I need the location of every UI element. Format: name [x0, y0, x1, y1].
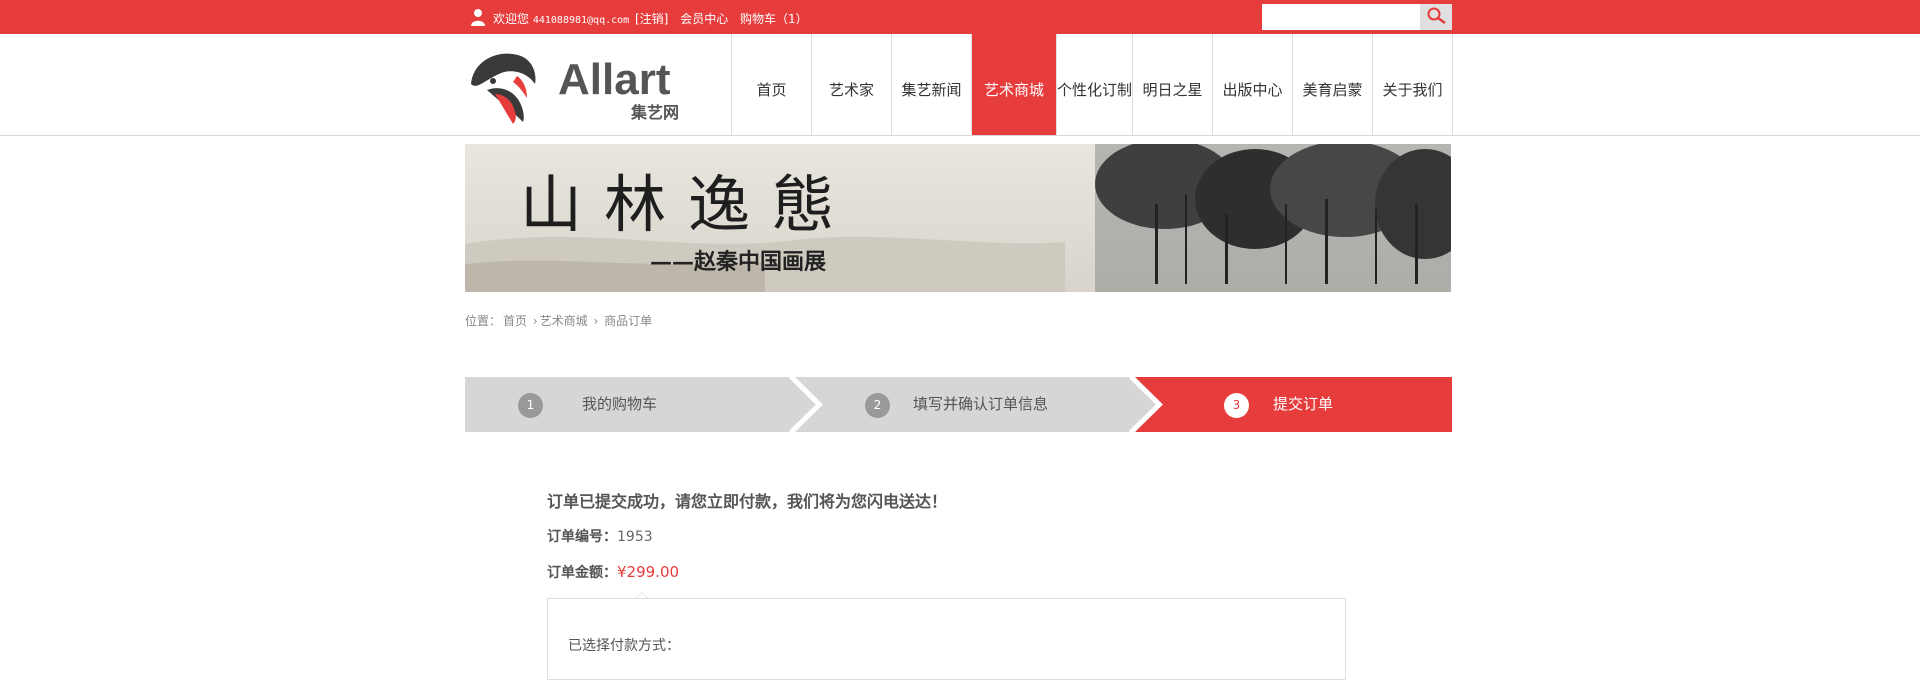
success-message: 订单已提交成功，请您立即付款，我们将为您闪电送达！ [547, 492, 948, 511]
exhibition-banner[interactable]: 山林逸態 ——赵秦中国画展 [465, 144, 1451, 292]
welcome-prefix: 欢迎您 [493, 12, 530, 26]
order-number-label: 订单编号： [547, 529, 617, 545]
step-1-number: 1 [518, 393, 543, 418]
step-2-number: 2 [865, 393, 890, 418]
step-1-label: 我的购物车 [582, 395, 658, 413]
logo[interactable]: Allart 集艺网 [463, 46, 693, 126]
svg-text:山林逸態: 山林逸態 [520, 168, 856, 241]
order-amount-label: 订单金额： [547, 565, 617, 581]
logo-mark-icon: Allart 集艺网 [469, 50, 679, 124]
step-3-number: 3 [1224, 393, 1249, 418]
chevron-right-icon: › [532, 314, 538, 328]
checkout-steps: 1 我的购物车 2 填写并确认订单信息 3 提交订单 [465, 377, 1452, 432]
search-icon [1427, 7, 1446, 24]
svg-text:Allart: Allart [558, 55, 671, 104]
nav-item-custom[interactable]: 个性化订制 [1057, 34, 1133, 135]
top-bar: 欢迎您 441088981@qq.com [注销] 会员中心 购物车（1） [0, 0, 1920, 34]
breadcrumb-item-home[interactable]: 首页 [503, 314, 527, 328]
member-center-link[interactable]: 会员中心 [680, 12, 728, 26]
breadcrumb-item-order: 商品订单 [604, 314, 653, 328]
main-nav: 首页 艺术家 集艺新闻 艺术商城 个性化订制 明日之星 出版中心 美育启蒙 关于… [731, 34, 1453, 135]
search-button[interactable] [1420, 4, 1452, 30]
step-3-label: 提交订单 [1273, 395, 1334, 413]
user-icon [471, 9, 485, 26]
payment-method-box: 已选择付款方式： [547, 598, 1346, 680]
user-email: 441088981@qq.com [532, 15, 630, 26]
top-bar-inner: 欢迎您 441088981@qq.com [注销] 会员中心 购物车（1） [465, 0, 1452, 34]
order-number-value: 1953 [617, 529, 653, 545]
landscape-painting-image: 山林逸態 ——赵秦中国画展 [465, 144, 1451, 292]
order-number-row: 订单编号：1953 [547, 526, 653, 546]
nav-item-home[interactable]: 首页 [732, 34, 812, 135]
cart-link[interactable]: 购物车（1） [740, 12, 808, 26]
nav-item-art-education[interactable]: 美育启蒙 [1293, 34, 1373, 135]
order-amount-row: 订单金额：¥299.00 [547, 562, 679, 582]
nav-item-about[interactable]: 关于我们 [1373, 34, 1453, 135]
svg-text:——赵秦中国画展: ——赵秦中国画展 [650, 249, 826, 275]
order-amount-value: ¥299.00 [617, 563, 680, 581]
breadcrumb-prefix: 位置： [465, 314, 502, 328]
header: Allart 集艺网 首页 艺术家 集艺新闻 艺术商城 个性化订制 明日之星 出… [0, 34, 1920, 136]
payment-method-label: 已选择付款方式： [568, 638, 680, 654]
nav-item-news[interactable]: 集艺新闻 [892, 34, 972, 135]
nav-item-art-mall[interactable]: 艺术商城 [972, 34, 1057, 135]
breadcrumb-item-art-mall[interactable]: 艺术商城 [540, 314, 588, 328]
svg-text:集艺网: 集艺网 [630, 103, 679, 122]
logout-link[interactable]: [注销] [635, 12, 668, 26]
breadcrumb: 位置： 首页 › 艺术商城 › 商品订单 [465, 312, 654, 329]
step-2-label: 填写并确认订单信息 [913, 395, 1049, 413]
nav-item-publishing[interactable]: 出版中心 [1213, 34, 1293, 135]
chevron-right-icon: › [593, 314, 599, 328]
search-input[interactable] [1262, 4, 1420, 30]
nav-item-artists[interactable]: 艺术家 [812, 34, 892, 135]
nav-item-rising-stars[interactable]: 明日之星 [1133, 34, 1213, 135]
